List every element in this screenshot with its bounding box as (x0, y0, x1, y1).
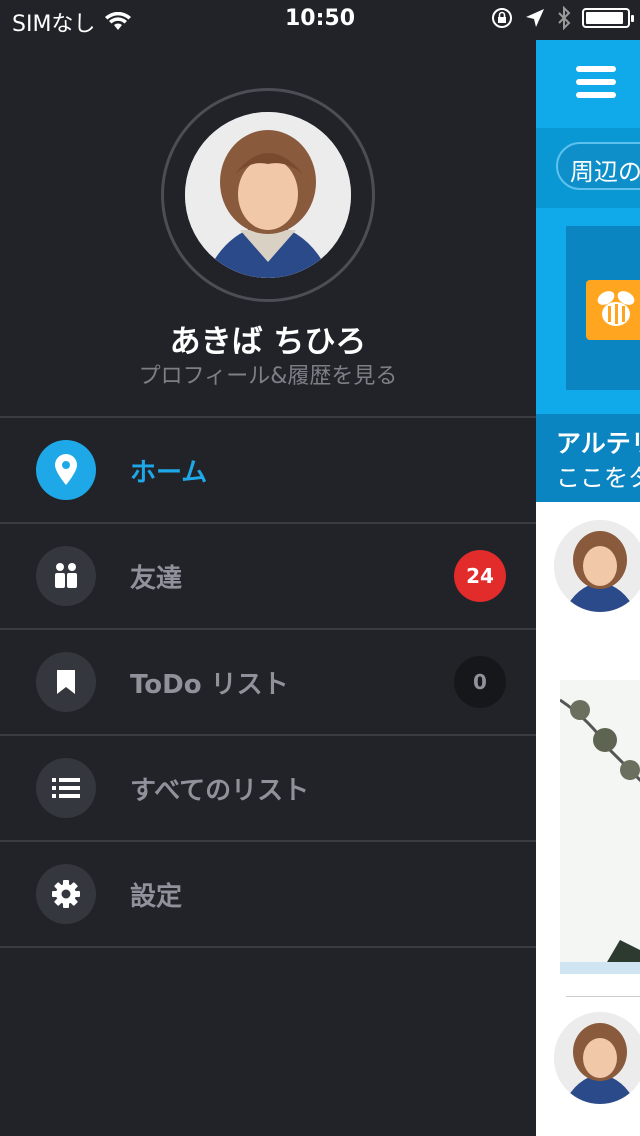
battery-icon (582, 8, 634, 28)
menu-item-label: ToDo リスト (130, 670, 289, 700)
avatar-photo (185, 112, 351, 278)
avatar-ring[interactable] (161, 88, 375, 302)
profile-header[interactable]: あきば ちひろ プロフィール&履歴を見る (0, 40, 536, 416)
feed-divider (566, 996, 640, 997)
feed-photo[interactable] (560, 680, 640, 974)
menu-item-settings[interactable]: 設定 (0, 840, 536, 948)
menu-item-all-lists[interactable]: すべてのリスト (0, 734, 536, 840)
menu-item-todo[interactable]: ToDo リスト 0 (0, 628, 536, 734)
search-row: 周辺の (536, 128, 640, 208)
side-drawer: あきば ちひろ プロフィール&履歴を見る ホーム 友達 24 ToDo リスト … (0, 40, 536, 1136)
status-bar: SIMなし 10:50 (0, 0, 640, 40)
swarm-app-icon (586, 280, 640, 340)
avatar[interactable] (185, 112, 351, 278)
drawer-menu: ホーム 友達 24 ToDo リスト 0 すべてのリスト 設定 (0, 416, 536, 948)
list-icon (36, 758, 96, 818)
bluetooth-icon (558, 6, 571, 30)
todo-count-badge: 0 (454, 656, 506, 708)
promo-banner[interactable] (536, 208, 640, 414)
main-content-peek[interactable]: 周辺の アルテリ ここをタ (536, 40, 640, 1136)
announcement-subtitle: ここをタ (556, 464, 640, 492)
location-pin-icon (36, 440, 96, 500)
announcement-bar[interactable]: アルテリ ここをタ (536, 414, 640, 502)
menu-item-friends[interactable]: 友達 24 (0, 522, 536, 628)
banner-card (566, 226, 640, 390)
top-nav-bar (536, 40, 640, 128)
gear-icon (36, 864, 96, 924)
menu-item-label: 設定 (130, 882, 183, 912)
bookmark-icon (36, 652, 96, 712)
rotation-lock-icon (492, 8, 512, 28)
profile-link[interactable]: プロフィール&履歴を見る (0, 358, 536, 390)
menu-item-label: すべてのリスト (130, 776, 310, 806)
nearby-search-button[interactable]: 周辺の (556, 142, 640, 190)
friends-count-badge: 24 (454, 550, 506, 602)
announcement-title: アルテリ (556, 429, 640, 458)
location-arrow-icon (526, 9, 544, 27)
friends-icon (36, 546, 96, 606)
hamburger-menu-icon[interactable] (576, 66, 616, 106)
feed-avatar[interactable] (554, 1012, 640, 1104)
profile-name: あきば ちひろ (169, 324, 367, 360)
feed-avatar[interactable] (554, 520, 640, 612)
menu-item-home[interactable]: ホーム (0, 416, 536, 522)
menu-item-label: 友達 (130, 564, 183, 594)
menu-item-label: ホーム (130, 458, 208, 488)
